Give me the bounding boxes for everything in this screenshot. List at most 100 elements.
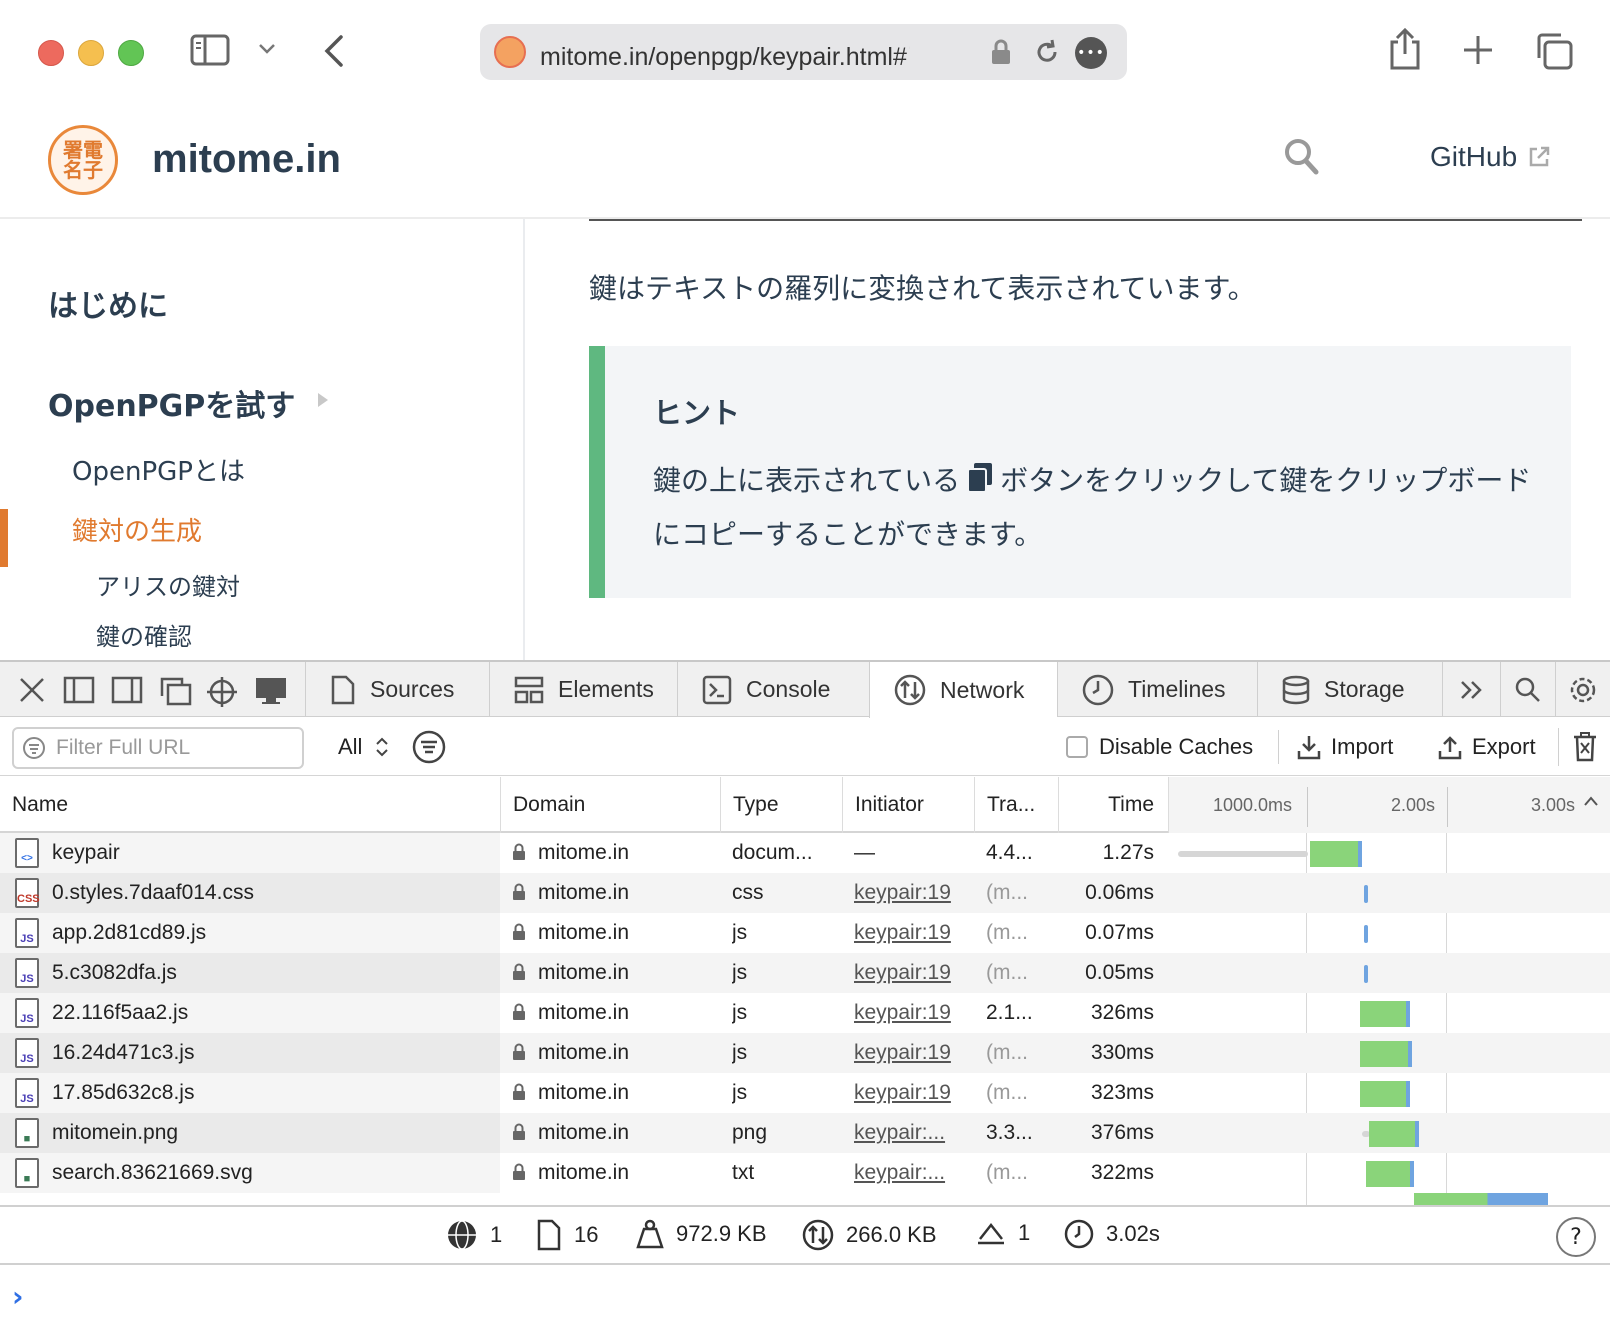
initiator-link[interactable]: keypair:...	[854, 1121, 945, 1144]
waterfall-timing-bar[interactable]	[1360, 1041, 1412, 1067]
page-menu-icon[interactable]: •••	[1075, 37, 1107, 69]
column-time[interactable]: Time	[1058, 777, 1168, 833]
table-row[interactable]: JS 5.c3082dfa.js mitome.in js keypair:19 (m..…	[0, 953, 1610, 993]
waterfall-timing-bar[interactable]	[1364, 965, 1368, 983]
table-row[interactable]: JS 16.24d471c3.js mitome.in js keypair:19 (m.…	[0, 1033, 1610, 1073]
request-name-cell[interactable]: JS 17.85d632c8.js	[0, 1073, 500, 1113]
request-initiator[interactable]: keypair:19	[854, 873, 966, 913]
request-name-cell[interactable]: JS app.2d81cd89.js	[0, 913, 500, 953]
sidebar-toggle-icon[interactable]	[190, 34, 230, 66]
tab-network[interactable]: Network	[869, 662, 1057, 718]
initiator-link[interactable]: keypair:19	[854, 1081, 951, 1104]
tab-storage[interactable]: Storage	[1257, 662, 1442, 717]
device-settings-icon[interactable]	[254, 676, 288, 710]
table-row[interactable]: JS 17.85d632c8.js mitome.in js keypair:19 (m.…	[0, 1073, 1610, 1113]
chevron-down-icon[interactable]	[258, 42, 276, 56]
filter-url-input[interactable]: Filter Full URL	[12, 727, 304, 769]
close-window-button[interactable]	[38, 40, 64, 66]
request-name-cell[interactable]: JS 22.116f5aa2.js	[0, 993, 500, 1033]
request-initiator[interactable]: keypair:19	[854, 993, 966, 1033]
initiator-link[interactable]: keypair:19	[854, 881, 951, 904]
request-initiator[interactable]: —	[854, 833, 966, 873]
disable-caches-checkbox[interactable]	[1066, 736, 1088, 758]
dock-right-icon[interactable]	[111, 676, 143, 708]
initiator-link[interactable]: keypair:19	[854, 1001, 951, 1024]
column-type[interactable]: Type	[720, 777, 842, 833]
request-name-cell[interactable]: ■ mitomein.png	[0, 1113, 500, 1153]
tab-overview-icon[interactable]	[1535, 32, 1573, 70]
element-picker-icon[interactable]	[206, 676, 238, 712]
sidebar-item-openpgp-about[interactable]: OpenPGPとは	[72, 451, 245, 488]
import-button[interactable]: Import	[1297, 734, 1393, 760]
initiator-link[interactable]: keypair:19	[854, 921, 951, 944]
tab-elements[interactable]: Elements	[489, 662, 677, 717]
initiator-link[interactable]: keypair:19	[854, 961, 951, 984]
request-name-cell[interactable]: JS 5.c3082dfa.js	[0, 953, 500, 993]
request-initiator[interactable]: keypair:...	[854, 1153, 966, 1193]
zoom-window-button[interactable]	[118, 40, 144, 66]
new-tab-icon[interactable]	[1462, 34, 1494, 66]
resource-type-select[interactable]: All	[338, 734, 389, 760]
minimize-window-button[interactable]	[78, 40, 104, 66]
caret-right-icon[interactable]	[316, 391, 330, 413]
initiator-link[interactable]: keypair:19	[854, 1041, 951, 1064]
back-icon[interactable]	[323, 34, 345, 68]
waterfall-timing-bar[interactable]	[1310, 841, 1362, 867]
site-logo[interactable]: 署電名子	[48, 125, 118, 195]
table-row[interactable]: <> keypair mitome.in docum... — 4.4... 1.27s	[0, 833, 1610, 873]
table-row[interactable]: JS app.2d81cd89.js mitome.in js keypair:19 (m…	[0, 913, 1610, 953]
url-text[interactable]: mitome.in/openpgp/keypair.html#ア	[540, 37, 910, 73]
tab-timelines[interactable]: Timelines	[1057, 662, 1257, 717]
request-name-cell[interactable]: <> keypair	[0, 833, 500, 873]
sidebar-section-intro[interactable]: はじめに	[48, 281, 168, 325]
detach-window-icon[interactable]	[158, 676, 192, 710]
waterfall-timing-bar[interactable]	[1364, 925, 1368, 943]
inspector-search-button[interactable]	[1500, 662, 1555, 717]
inspector-settings-button[interactable]	[1555, 662, 1610, 717]
address-bar[interactable]: mitome.in/openpgp/keypair.html#ア •••	[480, 24, 1127, 80]
waterfall-timing-bar[interactable]	[1364, 885, 1368, 903]
tab-sources[interactable]: Sources	[305, 662, 489, 717]
close-inspector-icon[interactable]	[18, 676, 46, 708]
table-row[interactable]: ■ search.83621669.svg mitome.in txt keypair:…	[0, 1153, 1610, 1193]
waterfall-timing-bar[interactable]	[1360, 1081, 1410, 1107]
tab-console[interactable]: Console	[677, 662, 869, 717]
disable-caches-label[interactable]: Disable Caches	[1099, 734, 1253, 760]
sidebar-item-key-check[interactable]: 鍵の確認	[96, 617, 192, 652]
column-transferred[interactable]: Tra...	[974, 777, 1058, 833]
request-initiator[interactable]: keypair:19	[854, 953, 966, 993]
help-button[interactable]: ?	[1556, 1217, 1596, 1257]
request-initiator[interactable]: keypair:19	[854, 1033, 966, 1073]
waterfall-timing-bar[interactable]	[1366, 1161, 1414, 1187]
initiator-link[interactable]: keypair:...	[854, 1161, 945, 1184]
column-waterfall[interactable]: 1000.0ms 2.00s 3.00s	[1168, 777, 1610, 833]
column-domain[interactable]: Domain	[500, 777, 720, 833]
clear-log-icon[interactable]	[1572, 732, 1598, 766]
request-name-cell[interactable]: JS 16.24d471c3.js	[0, 1033, 500, 1073]
request-initiator[interactable]: keypair:19	[854, 913, 966, 953]
sidebar-section-openpgp[interactable]: OpenPGPを試す	[48, 381, 295, 425]
column-initiator[interactable]: Initiator	[842, 777, 974, 833]
sidebar-item-keypair-generation[interactable]: 鍵対の生成	[72, 511, 202, 548]
sidebar-item-alice-keypair[interactable]: アリスの鍵対	[96, 567, 240, 602]
filter-options-icon[interactable]	[412, 730, 446, 768]
github-link[interactable]: GitHub	[1430, 141, 1551, 173]
export-button[interactable]: Export	[1438, 734, 1536, 760]
request-name-cell[interactable]: CSS 0.styles.7daaf014.css	[0, 873, 500, 913]
waterfall-timing-bar[interactable]	[1360, 1001, 1410, 1027]
column-name[interactable]: Name	[0, 777, 500, 833]
dock-left-icon[interactable]	[63, 676, 95, 708]
search-icon[interactable]	[1283, 137, 1319, 181]
site-title[interactable]: mitome.in	[152, 137, 341, 182]
table-row[interactable]: ■ mitomein.png mitome.in png keypair:... 3.3.…	[0, 1113, 1610, 1153]
more-tabs-button[interactable]	[1442, 662, 1500, 717]
waterfall-timing-bar[interactable]	[1369, 1121, 1419, 1147]
table-row[interactable]: CSS 0.styles.7daaf014.css mitome.in css keyp…	[0, 873, 1610, 913]
share-icon[interactable]	[1388, 28, 1422, 70]
request-name-cell[interactable]: ■ search.83621669.svg	[0, 1153, 500, 1193]
initiator-link[interactable]: —	[854, 841, 875, 864]
request-initiator[interactable]: keypair:19	[854, 1073, 966, 1113]
reload-icon[interactable]	[1033, 38, 1061, 66]
table-row[interactable]: JS 22.116f5aa2.js mitome.in js keypair:19 2.1…	[0, 993, 1610, 1033]
console-prompt-icon[interactable]: ›	[12, 1280, 24, 1313]
